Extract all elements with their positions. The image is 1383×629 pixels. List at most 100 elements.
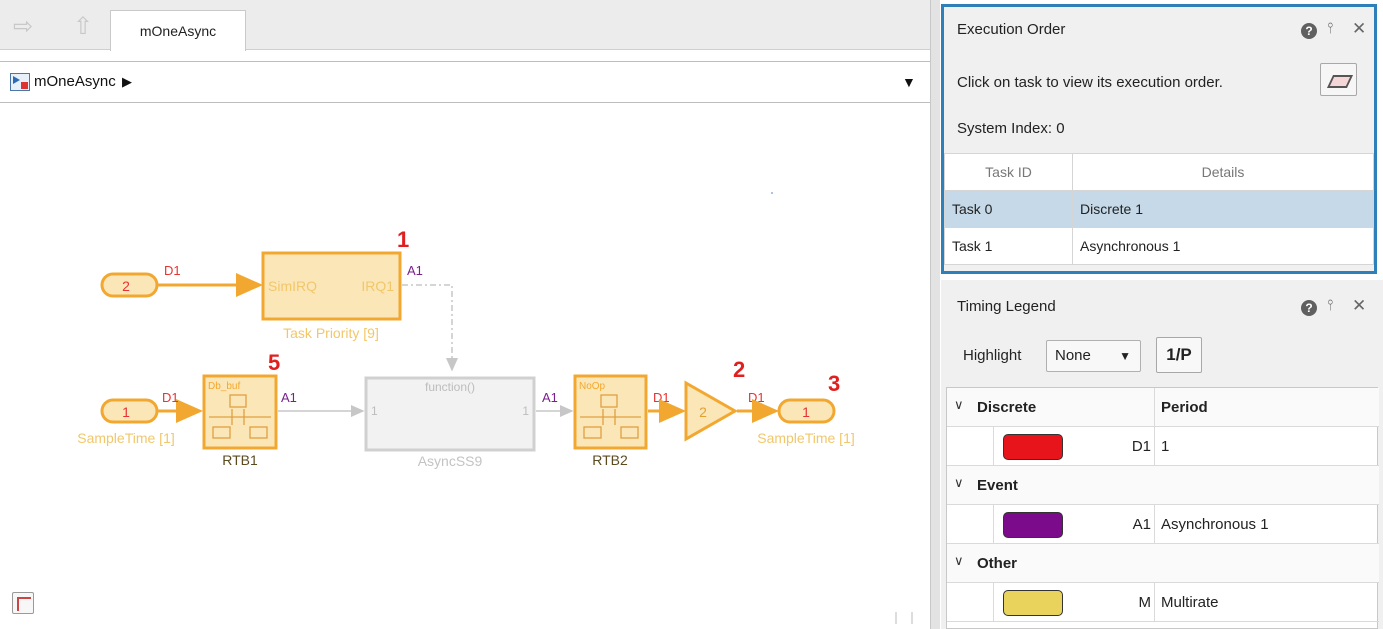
gain-block[interactable]: 2 — [684, 380, 739, 442]
table-row[interactable]: Task 0 Discrete 1 — [944, 190, 1374, 228]
panel-title: Timing Legend — [957, 298, 1056, 315]
diagram-canvas[interactable]: 2 D1 SimIRQ IRQ1 Task Priority [9] 1 A1 … — [0, 104, 932, 629]
address-dropdown-icon[interactable]: ▼ — [902, 74, 916, 90]
signal-label: D1 — [162, 390, 179, 405]
rate-period: Asynchronous 1 — [1161, 516, 1269, 533]
chevron-down-icon[interactable]: ∨ — [954, 397, 964, 413]
column-header[interactable]: Task ID — [944, 153, 1073, 191]
highlight-select[interactable]: None ▼ — [1046, 340, 1141, 372]
block-caption: RTB1 — [222, 452, 258, 468]
signal-label: D1 — [748, 390, 765, 405]
task-details-cell[interactable]: Discrete 1 — [1072, 190, 1374, 228]
address-bar: mOneAsync ▶ ▼ — [0, 61, 932, 103]
close-icon[interactable]: ✕ — [1352, 19, 1366, 39]
color-swatch — [1003, 434, 1063, 460]
svg-text:1: 1 — [122, 404, 130, 420]
table-row[interactable]: Task 1 Asynchronous 1 — [944, 227, 1374, 265]
legend-item-row[interactable]: A1 Asynchronous 1 — [947, 505, 1379, 544]
task-id-cell[interactable]: Task 0 — [944, 190, 1073, 228]
panel-title: Execution Order — [957, 21, 1066, 38]
rtb2-block[interactable]: NoOp — [573, 374, 648, 450]
instruction-text: Click on task to view its execution orde… — [957, 74, 1223, 91]
legend-item-row[interactable]: D1 1 — [947, 427, 1379, 466]
breadcrumb-arrow-icon[interactable]: ▶ — [122, 74, 132, 90]
pin-icon[interactable]: ⫯ — [1327, 20, 1334, 37]
signal-label: A1 — [407, 263, 423, 278]
block-caption: RTB2 — [592, 452, 628, 468]
panel-splitter[interactable] — [930, 0, 940, 629]
signal-label: A1 — [542, 390, 558, 405]
signal-label: A1 — [281, 390, 297, 405]
sim-irq-block[interactable]: SimIRQ IRQ1 — [261, 251, 402, 321]
clear-highlight-button[interactable] — [1320, 63, 1357, 96]
color-swatch — [1003, 590, 1063, 616]
task-table: Task ID Details Task 0 Discrete 1 Task 1… — [944, 153, 1374, 265]
rate-code: A1 — [1132, 516, 1151, 533]
chevron-down-icon[interactable]: ∨ — [954, 475, 964, 491]
svg-text:2: 2 — [699, 404, 707, 420]
highlight-value: None — [1055, 347, 1091, 364]
timing-legend-panel: Timing Legend ? ⫯ ✕ Highlight None ▼ 1/P… — [941, 280, 1383, 629]
rate-period: 1 — [1161, 438, 1170, 455]
legend-category-row[interactable]: ∨ Event — [947, 466, 1379, 505]
model-icon[interactable] — [10, 73, 30, 91]
svg-text:function(): function() — [425, 380, 475, 394]
period-toggle-button[interactable]: 1/P — [1156, 337, 1202, 373]
svg-text:SimIRQ: SimIRQ — [268, 278, 317, 294]
resize-grip-icon[interactable] — [895, 612, 913, 624]
back-arrow-icon[interactable]: ⇨ — [10, 14, 36, 40]
signal-label: D1 — [164, 263, 181, 278]
up-arrow-icon[interactable]: ⇧ — [70, 14, 96, 40]
block-caption: SampleTime [1] — [77, 430, 175, 446]
close-icon[interactable]: ✕ — [1352, 296, 1366, 316]
tab-model[interactable]: mOneAsync — [110, 10, 246, 51]
execution-order-panel: Execution Order ? ⫯ ✕ Click on task to v… — [941, 4, 1377, 274]
inport-1[interactable]: 1 — [100, 398, 159, 424]
column-header: Period — [1161, 399, 1208, 416]
svg-text:NoOp: NoOp — [579, 381, 606, 392]
category-label: Event — [977, 477, 1018, 494]
svg-text:1: 1 — [802, 404, 810, 420]
exec-order-number: 5 — [268, 350, 280, 375]
help-icon[interactable]: ? — [1301, 23, 1317, 39]
svg-text:2: 2 — [122, 278, 130, 294]
system-index: System Index: 0 — [957, 120, 1065, 137]
function-call-line[interactable] — [402, 284, 458, 372]
svg-text:IRQ1: IRQ1 — [361, 278, 394, 294]
rate-period: Multirate — [1161, 594, 1219, 611]
highlight-label: Highlight — [963, 347, 1022, 364]
inport-2[interactable]: 2 — [100, 272, 159, 298]
pin-icon[interactable]: ⫯ — [1327, 297, 1334, 314]
async-subsystem-block[interactable]: function() 1 1 — [364, 376, 536, 452]
block-caption: AsyncSS9 — [418, 453, 483, 469]
canvas-dot — [771, 192, 773, 194]
legend-tree: ∨ Discrete Period D1 1 ∨ Event A1 Asynch… — [946, 387, 1379, 629]
outport-1[interactable]: 1 — [777, 398, 836, 424]
zoom-to-fit-button[interactable] — [12, 592, 34, 614]
rate-code: M — [1138, 594, 1152, 611]
signal-label: D1 — [653, 390, 670, 405]
block-caption: Task Priority [9] — [283, 325, 379, 341]
chevron-down-icon: ▼ — [1119, 349, 1131, 363]
category-label: Discrete — [977, 399, 1037, 416]
task-id-cell[interactable]: Task 1 — [944, 227, 1073, 265]
rtb1-block[interactable]: Db_buf — [202, 374, 278, 450]
model-editor: ⇨ ⇧ mOneAsync mOneAsync ▶ ▼ 2 D1 SimIRQ … — [0, 0, 932, 629]
exec-order-number: 3 — [828, 371, 840, 396]
legend-item-row[interactable]: M Multirate — [947, 583, 1379, 622]
legend-category-row[interactable]: ∨ Other — [947, 544, 1379, 583]
block-caption: SampleTime [1] — [757, 430, 855, 446]
chevron-down-icon[interactable]: ∨ — [954, 553, 964, 569]
svg-text:1: 1 — [522, 404, 529, 418]
exec-order-number: 2 — [733, 357, 745, 382]
task-details-cell[interactable]: Asynchronous 1 — [1072, 227, 1374, 265]
category-label: Other — [977, 555, 1018, 572]
column-header[interactable]: Details — [1072, 153, 1374, 191]
breadcrumb[interactable]: mOneAsync — [34, 73, 116, 90]
help-icon[interactable]: ? — [1301, 300, 1317, 316]
svg-text:Db_buf: Db_buf — [208, 381, 240, 392]
legend-category-row[interactable]: ∨ Discrete Period — [947, 388, 1379, 427]
rate-code: D1 — [1131, 438, 1151, 455]
svg-text:1: 1 — [371, 404, 378, 418]
color-swatch — [1003, 512, 1063, 538]
